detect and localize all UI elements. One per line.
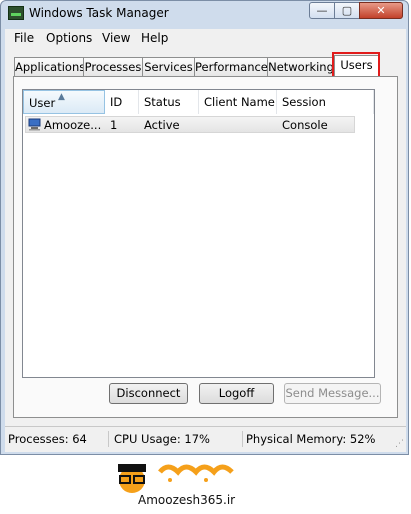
task-manager-window: Windows Task Manager — ▢ ✕ File Options … [0,0,409,455]
status-processes: Processes: 64 [5,431,109,447]
row-id: 1 [110,118,118,132]
title-bar[interactable]: Windows Task Manager — ▢ ✕ [1,1,408,25]
menu-bar: File Options View Help [5,29,406,47]
column-session[interactable]: Session [277,90,374,114]
sort-ascending-icon: ▲ [58,92,65,102]
column-id[interactable]: ID [105,90,139,114]
tab-applications[interactable]: Applications [14,57,85,76]
minimize-button[interactable]: — [309,2,335,19]
menu-options[interactable]: Options [46,31,92,45]
column-status[interactable]: Status [139,90,199,114]
maximize-button[interactable]: ▢ [334,2,360,19]
tab-performance[interactable]: Performance [194,57,268,76]
resize-grip-icon[interactable]: ⋰ [395,439,404,449]
row-status: Active [144,118,180,132]
column-client-name[interactable]: Client Name [199,90,277,114]
status-bar: Processes: 64 CPU Usage: 17% Physical Me… [5,426,406,451]
logo-mascot-icon [118,464,234,493]
menu-view[interactable]: View [102,31,130,45]
menu-file[interactable]: File [14,31,34,45]
client-area: File Options View Help Applications Proc… [5,29,406,452]
watermark-text: Amoozesh365.ir [138,493,236,507]
status-cpu: CPU Usage: 17% [111,431,243,447]
close-button[interactable]: ✕ [359,2,403,19]
tab-networking[interactable]: Networking [267,57,335,76]
tab-processes[interactable]: Processes [83,57,143,76]
column-user[interactable]: ▲ User [23,90,105,114]
row-session: Console [282,118,328,132]
user-monitor-icon [28,118,41,131]
table-row[interactable]: Amooze... 1 Active Console [25,116,355,133]
column-user-label: User [29,96,56,110]
users-list[interactable]: ▲ User ID Status Client Name Session Amo… [22,89,375,378]
task-manager-icon [8,6,24,20]
disconnect-button[interactable]: Disconnect [109,383,188,404]
logoff-button[interactable]: Logoff [199,383,274,404]
watermark-logo: Amoozesh365.ir [110,458,290,512]
tab-services[interactable]: Services [142,57,195,76]
status-memory: Physical Memory: 52% [246,432,376,446]
send-message-button[interactable]: Send Message... [284,383,381,404]
window-title: Windows Task Manager [29,6,169,20]
menu-help[interactable]: Help [141,31,168,45]
users-tab-highlight [332,52,380,78]
row-user: Amooze... [44,118,102,132]
